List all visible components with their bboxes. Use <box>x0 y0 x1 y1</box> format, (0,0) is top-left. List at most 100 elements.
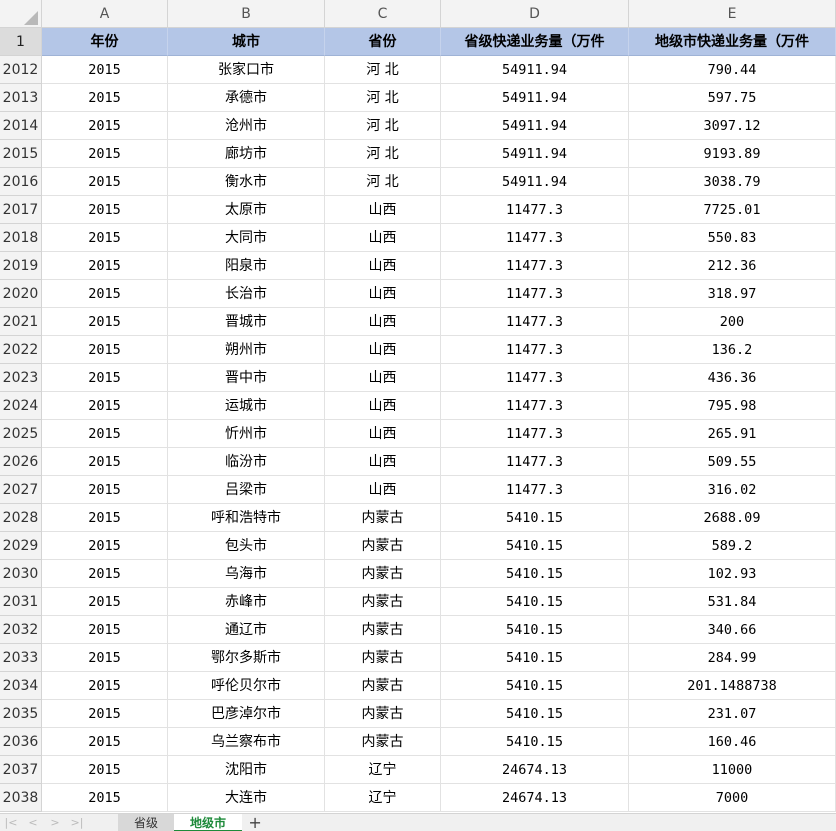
cell-province-volume[interactable]: 5410.15 <box>441 644 629 672</box>
cell-province[interactable]: 内蒙古 <box>325 588 441 616</box>
sheet-tab-province[interactable]: 省级 <box>118 813 175 831</box>
cell-city[interactable]: 衡水市 <box>168 168 325 196</box>
cell-year[interactable]: 2015 <box>42 392 168 420</box>
row-header[interactable]: 2012 <box>0 56 42 84</box>
cell-province[interactable]: 内蒙古 <box>325 700 441 728</box>
cell-year[interactable]: 2015 <box>42 784 168 812</box>
cell-province-volume[interactable]: 11477.3 <box>441 280 629 308</box>
cell-province[interactable]: 辽宁 <box>325 784 441 812</box>
cell-city[interactable]: 运城市 <box>168 392 325 420</box>
cell-city-volume[interactable]: 550.83 <box>629 224 836 252</box>
cell-city-volume[interactable]: 7725.01 <box>629 196 836 224</box>
cell-province[interactable]: 内蒙古 <box>325 532 441 560</box>
cell-province-volume[interactable]: 5410.15 <box>441 504 629 532</box>
cell-province-volume[interactable]: 54911.94 <box>441 112 629 140</box>
row-header[interactable]: 2037 <box>0 756 42 784</box>
cell-province-volume[interactable]: 24674.13 <box>441 784 629 812</box>
cell-province[interactable]: 内蒙古 <box>325 504 441 532</box>
cell-year[interactable]: 2015 <box>42 56 168 84</box>
cell-city[interactable]: 太原市 <box>168 196 325 224</box>
cell-province-volume[interactable]: 5410.15 <box>441 700 629 728</box>
add-sheet-icon[interactable]: + <box>242 813 268 831</box>
cell-province-volume[interactable]: 11477.3 <box>441 196 629 224</box>
cell-province[interactable]: 内蒙古 <box>325 616 441 644</box>
cell-city-volume[interactable]: 102.93 <box>629 560 836 588</box>
row-header[interactable]: 2013 <box>0 84 42 112</box>
cell-province-volume[interactable]: 5410.15 <box>441 560 629 588</box>
cell-city-volume[interactable]: 11000 <box>629 756 836 784</box>
cell-city[interactable]: 吕梁市 <box>168 476 325 504</box>
row-header[interactable]: 2015 <box>0 140 42 168</box>
cell-city[interactable]: 承德市 <box>168 84 325 112</box>
cell-city-volume[interactable]: 160.46 <box>629 728 836 756</box>
next-sheet-icon[interactable]: > <box>44 814 66 831</box>
row-header[interactable]: 2026 <box>0 448 42 476</box>
header-cell-province-volume[interactable]: 省级快递业务量（万件 <box>441 28 629 56</box>
cell-city-volume[interactable]: 436.36 <box>629 364 836 392</box>
prev-sheet-icon[interactable]: < <box>22 814 44 831</box>
cell-city-volume[interactable]: 3038.79 <box>629 168 836 196</box>
cell-province-volume[interactable]: 11477.3 <box>441 308 629 336</box>
cell-province[interactable]: 山西 <box>325 476 441 504</box>
cell-year[interactable]: 2015 <box>42 168 168 196</box>
row-header[interactable]: 2017 <box>0 196 42 224</box>
row-header[interactable]: 2029 <box>0 532 42 560</box>
cell-province-volume[interactable]: 11477.3 <box>441 252 629 280</box>
cell-province[interactable]: 河 北 <box>325 140 441 168</box>
cell-year[interactable]: 2015 <box>42 84 168 112</box>
cell-year[interactable]: 2015 <box>42 336 168 364</box>
cell-city[interactable]: 阳泉市 <box>168 252 325 280</box>
cell-province[interactable]: 辽宁 <box>325 756 441 784</box>
cell-city-volume[interactable]: 3097.12 <box>629 112 836 140</box>
cell-city[interactable]: 呼伦贝尔市 <box>168 672 325 700</box>
cell-province[interactable]: 河 北 <box>325 84 441 112</box>
row-header[interactable]: 2020 <box>0 280 42 308</box>
cell-city-volume[interactable]: 212.36 <box>629 252 836 280</box>
cell-province[interactable]: 河 北 <box>325 168 441 196</box>
row-header[interactable]: 2019 <box>0 252 42 280</box>
cell-city[interactable]: 呼和浩特市 <box>168 504 325 532</box>
row-header[interactable]: 2035 <box>0 700 42 728</box>
cell-year[interactable]: 2015 <box>42 644 168 672</box>
cell-year[interactable]: 2015 <box>42 224 168 252</box>
cell-city[interactable]: 长治市 <box>168 280 325 308</box>
cell-year[interactable]: 2015 <box>42 112 168 140</box>
cell-city-volume[interactable]: 231.07 <box>629 700 836 728</box>
cell-province[interactable]: 山西 <box>325 392 441 420</box>
cell-city-volume[interactable]: 340.66 <box>629 616 836 644</box>
cell-city-volume[interactable]: 316.02 <box>629 476 836 504</box>
cell-province-volume[interactable]: 11477.3 <box>441 448 629 476</box>
cell-year[interactable]: 2015 <box>42 700 168 728</box>
column-header-e[interactable]: E <box>629 0 836 28</box>
column-header-c[interactable]: C <box>325 0 441 28</box>
cell-province[interactable]: 内蒙古 <box>325 560 441 588</box>
cell-province-volume[interactable]: 11477.3 <box>441 392 629 420</box>
cell-city[interactable]: 沈阳市 <box>168 756 325 784</box>
header-cell-province[interactable]: 省份 <box>325 28 441 56</box>
cell-province-volume[interactable]: 54911.94 <box>441 56 629 84</box>
row-header[interactable]: 2030 <box>0 560 42 588</box>
row-header[interactable]: 2033 <box>0 644 42 672</box>
cell-city[interactable]: 鄂尔多斯市 <box>168 644 325 672</box>
cell-city[interactable]: 大同市 <box>168 224 325 252</box>
cell-year[interactable]: 2015 <box>42 140 168 168</box>
row-header[interactable]: 2028 <box>0 504 42 532</box>
header-cell-city[interactable]: 城市 <box>168 28 325 56</box>
row-header[interactable]: 1 <box>0 28 42 56</box>
cell-city-volume[interactable]: 7000 <box>629 784 836 812</box>
cell-year[interactable]: 2015 <box>42 448 168 476</box>
row-header[interactable]: 2025 <box>0 420 42 448</box>
cell-province[interactable]: 内蒙古 <box>325 672 441 700</box>
cell-city-volume[interactable]: 531.84 <box>629 588 836 616</box>
row-header[interactable]: 2024 <box>0 392 42 420</box>
cell-city-volume[interactable]: 136.2 <box>629 336 836 364</box>
last-sheet-icon[interactable]: >| <box>66 814 88 831</box>
cell-year[interactable]: 2015 <box>42 252 168 280</box>
cell-city-volume[interactable]: 509.55 <box>629 448 836 476</box>
cell-province[interactable]: 山西 <box>325 308 441 336</box>
row-header[interactable]: 2023 <box>0 364 42 392</box>
header-cell-city-volume[interactable]: 地级市快递业务量（万件 <box>629 28 836 56</box>
cell-city-volume[interactable]: 795.98 <box>629 392 836 420</box>
cell-city[interactable]: 张家口市 <box>168 56 325 84</box>
cell-province[interactable]: 山西 <box>325 420 441 448</box>
